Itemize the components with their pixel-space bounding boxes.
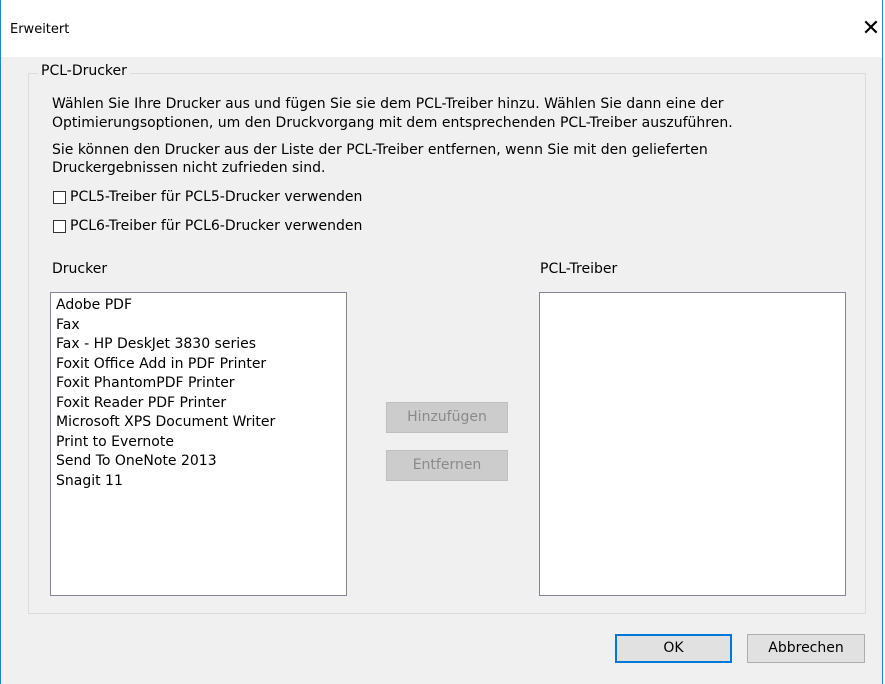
list-item[interactable]: Foxit Office Add in PDF Printer <box>51 355 346 375</box>
pcl6-option[interactable]: PCL6-Treiber für PCL6-Drucker verwenden <box>53 217 362 235</box>
title-bar: Erweitert ✕ <box>1 0 882 57</box>
description-line-2: Optimierungsoptionen, um den Druckvorgan… <box>52 115 733 131</box>
pcl5-label: PCL5-Treiber für PCL5-Drucker verwenden <box>70 189 363 205</box>
description-line-3: Sie können den Drucker aus der Liste der… <box>52 142 708 158</box>
description-line-4: Druckergebnissen nicht zufrieden sind. <box>52 160 326 176</box>
printers-label: Drucker <box>52 261 108 277</box>
close-icon[interactable]: ✕ <box>858 14 884 44</box>
dialog-title: Erweitert <box>10 22 70 37</box>
list-item[interactable]: Fax - HP DeskJet 3830 series <box>51 335 346 355</box>
pcl6-label: PCL6-Treiber für PCL6-Drucker verwenden <box>70 218 363 234</box>
list-item[interactable]: Snagit 11 <box>51 472 346 492</box>
pcl6-checkbox[interactable] <box>53 219 66 233</box>
add-button[interactable]: Hinzufügen <box>386 402 508 433</box>
cancel-button[interactable]: Abbrechen <box>747 634 865 663</box>
description-line-1: Wählen Sie Ihre Drucker aus und fügen Si… <box>52 96 724 112</box>
list-item[interactable]: Fax <box>51 316 346 336</box>
list-item[interactable]: Foxit PhantomPDF Printer <box>51 374 346 394</box>
list-item[interactable]: Send To OneNote 2013 <box>51 452 346 472</box>
list-item[interactable]: Adobe PDF <box>51 296 346 316</box>
list-item[interactable]: Foxit Reader PDF Printer <box>51 394 346 414</box>
dialog-window: Erweitert ✕ PCL-Drucker Wählen Sie Ihre … <box>0 0 883 684</box>
pcl-drivers-listbox[interactable] <box>539 292 846 596</box>
pcl5-option[interactable]: PCL5-Treiber für PCL5-Drucker verwenden <box>53 188 362 206</box>
list-item[interactable]: Microsoft XPS Document Writer <box>51 413 346 433</box>
ok-button[interactable]: OK <box>615 634 732 663</box>
group-label: PCL-Drucker <box>38 63 130 79</box>
remove-button[interactable]: Entfernen <box>386 450 508 481</box>
pcl-drivers-label: PCL-Treiber <box>540 261 618 277</box>
list-item[interactable]: Print to Evernote <box>51 433 346 453</box>
pcl5-checkbox[interactable] <box>53 190 66 204</box>
printers-listbox[interactable]: Adobe PDF Fax Fax - HP DeskJet 3830 seri… <box>50 292 347 596</box>
